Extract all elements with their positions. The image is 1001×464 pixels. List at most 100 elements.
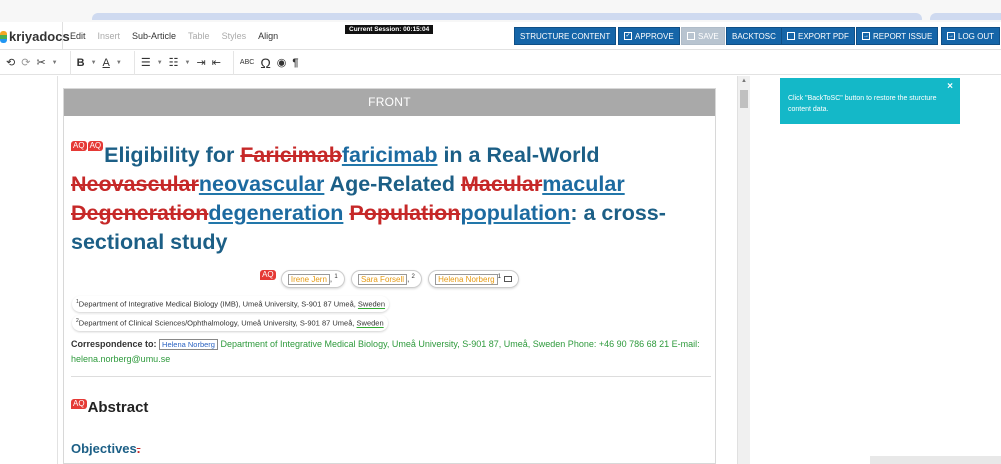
author-sup: 1 xyxy=(334,274,338,280)
affiliation-country: Sweden xyxy=(356,318,384,328)
pdf-icon xyxy=(787,32,795,40)
bold-caret-icon[interactable]: ▼ xyxy=(91,60,97,66)
save-button[interactable]: SAVE xyxy=(681,27,725,45)
text-color-caret-icon[interactable]: ▼ xyxy=(116,60,122,66)
main-menu: Edit Insert Sub-Article Table Styles Ali… xyxy=(62,22,290,50)
outdent-icon[interactable]: ⇤ xyxy=(212,56,221,69)
author-chip[interactable]: Irene Jern, 1 xyxy=(280,270,345,288)
inserted-text[interactable]: macular xyxy=(542,172,624,196)
correspondence[interactable]: Correspondence to: Helena Norberg Depart… xyxy=(71,337,713,366)
logout-icon: → xyxy=(947,32,955,40)
email-envelope-icon[interactable] xyxy=(503,275,512,282)
affiliation-text: Department of Clinical Sciences/Ophthalm… xyxy=(78,318,357,328)
affiliation-text: Department of Integrative Medical Biolog… xyxy=(78,299,358,309)
aq-badge[interactable]: AQ xyxy=(71,141,87,151)
indent-icon[interactable]: ⇥ xyxy=(196,56,205,69)
article-title[interactable]: AQ AQ Eligibility for Faricimabfaricimab i… xyxy=(71,141,711,257)
logout-label: LOG OUT xyxy=(958,31,995,41)
bullet-list-icon[interactable]: ☰ xyxy=(141,56,151,69)
section-divider xyxy=(71,376,711,377)
tab-strip-right xyxy=(930,13,1001,20)
notification-toast: × Click "BackToSC" button to restore the… xyxy=(780,78,960,124)
bullet-caret-icon[interactable]: ▼ xyxy=(157,60,163,66)
objectives-title: Objectives xyxy=(71,441,137,456)
front-section-header: FRONT xyxy=(64,89,715,116)
author-chip[interactable]: Helena Norberg 1 xyxy=(428,270,519,288)
logo-mark-icon xyxy=(0,30,7,43)
deleted-text[interactable]: Faricimab xyxy=(240,143,342,167)
title-text: Eligibility for xyxy=(104,143,241,167)
bold-icon[interactable]: B xyxy=(77,57,85,69)
session-timer: Current Session: 00:15:04 xyxy=(345,25,434,34)
redo-icon[interactable]: ⟳ xyxy=(21,56,30,69)
backtosc-button[interactable]: BACKTOSC xyxy=(726,27,782,45)
history-group: ⟲ ⟳ ✂ ▼ xyxy=(0,50,71,75)
cut-caret-icon[interactable]: ▼ xyxy=(52,60,58,66)
inserted-text[interactable]: population xyxy=(460,201,570,225)
inserted-text[interactable]: faricimab xyxy=(342,143,438,167)
cut-icon[interactable]: ✂ xyxy=(36,56,45,69)
backtosc-label: BACKTOSC xyxy=(732,31,776,41)
title-text: in a Real-World xyxy=(437,143,600,167)
author-name[interactable]: Helena Norberg xyxy=(435,273,498,285)
affiliation-country: Sweden xyxy=(357,299,386,309)
document-scrollbar[interactable]: ▲ xyxy=(737,76,750,464)
numbered-caret-icon[interactable]: ▼ xyxy=(185,60,191,66)
inserted-text[interactable]: degeneration xyxy=(208,201,343,225)
menu-insert[interactable]: Insert xyxy=(98,31,121,41)
pilcrow-icon[interactable]: ¶ xyxy=(292,57,298,69)
check-icon: ✓ xyxy=(624,32,632,40)
tab-strip xyxy=(92,13,922,20)
affiliation-1[interactable]: 1Department of Integrative Medical Biolo… xyxy=(72,296,390,312)
export-pdf-button[interactable]: EXPORT PDF xyxy=(781,27,855,45)
top-strip xyxy=(0,0,1001,22)
author-chip[interactable]: Sara Forsell, 2 xyxy=(350,270,422,288)
document-page[interactable]: FRONT AQ AQ Eligibility for Faricimabfaric… xyxy=(63,88,716,464)
toast-message: Click "BackToSC" button to restore the s… xyxy=(788,95,937,113)
text-format-group: B ▼ A ▼ xyxy=(71,50,135,75)
deleted-text[interactable]: Macular xyxy=(461,172,542,196)
logo-text: kriyadocs xyxy=(9,29,70,44)
scroll-thumb[interactable] xyxy=(740,90,748,108)
deleted-text[interactable]: Degeneration xyxy=(71,201,208,225)
menu-table[interactable]: Table xyxy=(188,31,210,41)
app-logo: kriyadocs xyxy=(0,29,70,44)
preview-eye-icon[interactable]: ◉ xyxy=(277,56,287,69)
menu-edit[interactable]: Edit xyxy=(70,31,86,41)
aq-badge[interactable]: AQ xyxy=(71,399,87,409)
deleted-text[interactable]: . xyxy=(137,441,141,456)
author-name[interactable]: Irene Jern xyxy=(287,273,330,285)
approve-button[interactable]: ✓ APPROVE xyxy=(618,27,680,45)
report-issue-label: REPORT ISSUE xyxy=(873,31,933,41)
export-pdf-label: EXPORT PDF xyxy=(798,31,849,41)
structure-content-button[interactable]: STRUCTURE CONTENT xyxy=(514,27,617,45)
affiliation-2[interactable]: 2Department of Clinical Sciences/Ophthal… xyxy=(72,315,388,331)
menu-align[interactable]: Align xyxy=(258,31,278,41)
deleted-text[interactable]: Population xyxy=(349,201,460,225)
inserted-text[interactable]: neovascular xyxy=(199,172,324,196)
abstract-title: Abstract xyxy=(87,399,149,416)
abstract-heading[interactable]: AQ Abstract xyxy=(71,399,148,416)
undo-icon[interactable]: ⟲ xyxy=(6,56,15,69)
correspondence-name[interactable]: Helena Norberg xyxy=(159,339,218,350)
scroll-up-icon[interactable]: ▲ xyxy=(741,78,747,84)
objectives-heading[interactable]: Objectives. xyxy=(71,441,140,456)
list-group: ☰ ▼ ☷ ▼ ⇥ ⇤ xyxy=(135,50,234,75)
aq-badge[interactable]: AQ xyxy=(260,270,276,280)
aq-badge[interactable]: AQ xyxy=(87,141,104,151)
menu-sub-article[interactable]: Sub-Article xyxy=(132,31,176,41)
correspondence-label: Correspondence to: xyxy=(71,339,157,349)
numbered-list-icon[interactable]: ☷ xyxy=(169,56,179,69)
author-sup: 2 xyxy=(411,274,415,280)
text-color-icon[interactable]: A xyxy=(103,57,110,69)
spellcheck-icon[interactable]: ABC xyxy=(240,59,254,66)
author-name[interactable]: Sara Forsell xyxy=(357,273,408,285)
close-icon[interactable]: × xyxy=(947,81,953,92)
deleted-text[interactable]: Neovascular xyxy=(71,172,199,196)
report-issue-button[interactable]: → REPORT ISSUE xyxy=(856,27,939,45)
right-panel xyxy=(751,76,1001,464)
omega-icon[interactable]: Ω xyxy=(260,55,270,71)
left-gutter xyxy=(0,76,58,464)
menu-styles[interactable]: Styles xyxy=(222,31,247,41)
logout-button[interactable]: → LOG OUT xyxy=(941,27,1001,45)
